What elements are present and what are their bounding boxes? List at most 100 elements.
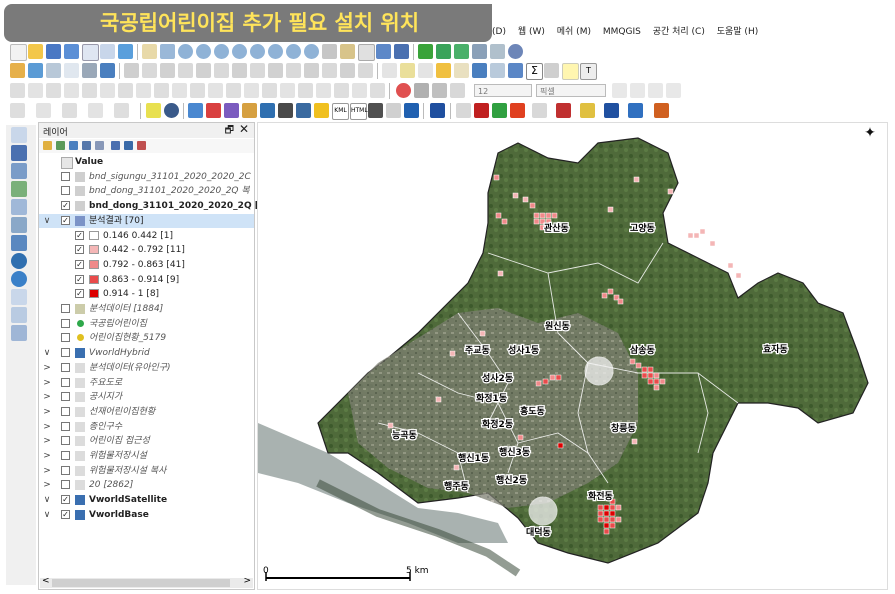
open-styling-icon[interactable] xyxy=(43,141,52,150)
raster-calc-icon[interactable] xyxy=(242,103,257,118)
zoom-in-icon[interactable] xyxy=(178,44,193,59)
unit-combo[interactable]: 픽셀 xyxy=(536,84,606,97)
delete-feature-icon[interactable] xyxy=(160,63,175,78)
layer-row[interactable]: 국공립어린이집 xyxy=(39,317,254,331)
label-move-icon[interactable] xyxy=(304,63,319,78)
menu-item-d[interactable]: (D) xyxy=(492,27,506,37)
expand-arrow-icon[interactable]: > xyxy=(43,420,51,434)
add-wfs-icon[interactable] xyxy=(11,253,27,269)
label-icon[interactable] xyxy=(268,63,283,78)
expand-arrow-icon[interactable]: > xyxy=(43,478,51,492)
layer-row[interactable]: 분석데이터 [1884] xyxy=(39,302,254,316)
undock-icon[interactable]: 🗗 xyxy=(225,123,234,140)
expand-arrow-icon[interactable]: > xyxy=(43,434,51,448)
rotate-point-icon[interactable] xyxy=(280,83,295,98)
layer-visibility-checkbox[interactable] xyxy=(61,406,70,416)
self-snap-icon[interactable] xyxy=(666,83,681,98)
expand-arrow-icon[interactable]: > xyxy=(43,405,51,419)
group-icon[interactable] xyxy=(296,103,311,118)
select-value-icon[interactable] xyxy=(400,63,415,78)
add-spatialite-layer-icon[interactable] xyxy=(11,199,27,215)
rectangle-icon[interactable] xyxy=(370,83,385,98)
digitize-toggle-icon[interactable] xyxy=(100,63,115,78)
layer-visibility-checkbox[interactable]: ✓ xyxy=(75,289,84,299)
web-tool-icon[interactable] xyxy=(628,103,643,118)
layer-row[interactable]: ∨ VworldHybrid xyxy=(39,346,254,360)
topology-icon[interactable] xyxy=(612,83,627,98)
merge-attributes-icon[interactable] xyxy=(262,83,277,98)
processing-icon[interactable] xyxy=(260,103,275,118)
paste-feature-icon[interactable] xyxy=(214,63,229,78)
html-icon[interactable]: HTML xyxy=(350,103,368,120)
offset-curve-icon[interactable] xyxy=(190,83,205,98)
layer-visibility-checkbox[interactable] xyxy=(61,392,70,402)
layer-visibility-checkbox[interactable] xyxy=(61,348,70,358)
layer-visibility-checkbox[interactable] xyxy=(61,304,70,313)
snap-config-icon[interactable] xyxy=(414,83,429,98)
kml-icon[interactable]: KML xyxy=(332,103,349,120)
add-ring-icon[interactable] xyxy=(82,83,97,98)
magnet-icon[interactable] xyxy=(396,83,411,98)
print-layout-icon[interactable] xyxy=(82,44,99,61)
copy-feature-icon[interactable] xyxy=(196,63,211,78)
pan-icon[interactable] xyxy=(142,44,157,59)
search-tool-icon[interactable] xyxy=(654,103,669,118)
diagram-icon[interactable] xyxy=(358,63,373,78)
add-wcs-icon[interactable] xyxy=(11,271,27,287)
expand-arrow-icon[interactable]: > xyxy=(43,376,51,390)
legend-class-row[interactable]: ✓ 0.914 - 1 [8] xyxy=(39,287,254,301)
annotation-icon[interactable] xyxy=(562,63,579,80)
layer-visibility-checkbox[interactable] xyxy=(61,362,70,372)
digitize-icon[interactable] xyxy=(10,63,25,78)
move-feature-icon[interactable] xyxy=(142,63,157,78)
layer-row[interactable]: > 분석데이터(유아인구) xyxy=(39,361,254,375)
layer-row[interactable]: > 공시지가 xyxy=(39,390,254,404)
layer-row[interactable]: 어린이집현황_5179 xyxy=(39,331,254,345)
triangle-icon[interactable] xyxy=(146,103,161,118)
shapes-icon[interactable] xyxy=(404,103,419,118)
pan-to-selection-icon[interactable] xyxy=(160,44,175,59)
show-bookmarks-icon[interactable] xyxy=(376,44,391,59)
database-icon[interactable] xyxy=(508,44,523,59)
reverse-line-icon[interactable] xyxy=(316,83,331,98)
undo-icon[interactable] xyxy=(232,63,247,78)
edit-layer-icon[interactable] xyxy=(28,63,43,78)
statistics-icon[interactable] xyxy=(472,63,487,78)
delete-ring-icon[interactable] xyxy=(136,83,151,98)
zoom-out-icon[interactable] xyxy=(196,44,211,59)
layer-visibility-checkbox[interactable]: ✓ xyxy=(75,259,84,269)
python-icon[interactable] xyxy=(188,103,203,118)
layer-visibility-checkbox[interactable] xyxy=(61,421,70,431)
add-part-icon[interactable] xyxy=(100,83,115,98)
info-icon[interactable] xyxy=(430,103,445,118)
trim-extend-icon[interactable] xyxy=(298,83,313,98)
menu-item-help[interactable]: 도움말 (H) xyxy=(717,27,759,37)
layer-row[interactable]: ∨ ✓ 분석결과 [70] xyxy=(39,213,254,228)
manage-map-themes-icon[interactable] xyxy=(69,141,78,150)
layer-row[interactable]: >20 [2862] xyxy=(39,478,254,492)
add-virtual-icon[interactable] xyxy=(11,289,27,305)
layer-visibility-checkbox[interactable]: ✓ xyxy=(75,245,84,255)
legend-class-row[interactable]: ✓ 0.442 - 0.792 [11] xyxy=(39,243,254,257)
zoom-last-icon[interactable] xyxy=(286,44,301,59)
add-wms-icon[interactable] xyxy=(11,235,27,251)
snap-type-icon[interactable] xyxy=(432,83,447,98)
zoom-full-icon[interactable] xyxy=(214,44,229,59)
layer-visibility-checkbox[interactable] xyxy=(61,333,70,343)
layer-visibility-checkbox[interactable] xyxy=(61,186,70,196)
legend-class-row[interactable]: ✓ 0.146 0.442 [1] xyxy=(39,229,254,243)
bar-tool-icon[interactable] xyxy=(556,103,571,118)
layer-visibility-checkbox[interactable]: ✓ xyxy=(61,509,70,519)
identify-icon[interactable] xyxy=(508,63,523,78)
expand-all-icon[interactable] xyxy=(111,141,120,150)
map-tips-icon[interactable] xyxy=(544,63,559,78)
layout-manager-icon[interactable] xyxy=(100,44,115,59)
zoom-native-icon[interactable] xyxy=(268,44,283,59)
layout-tool-icon[interactable] xyxy=(580,103,595,118)
new-map-view-icon[interactable] xyxy=(322,44,337,59)
layer-row[interactable]: ✓ bnd_dong_31101_2020_2020_2Q [1 xyxy=(39,199,265,213)
add-raster-layer-icon[interactable] xyxy=(436,44,451,59)
plugin-icon[interactable] xyxy=(164,103,179,118)
new-vertex-icon[interactable] xyxy=(10,103,25,118)
snapping-icon[interactable] xyxy=(10,83,25,98)
